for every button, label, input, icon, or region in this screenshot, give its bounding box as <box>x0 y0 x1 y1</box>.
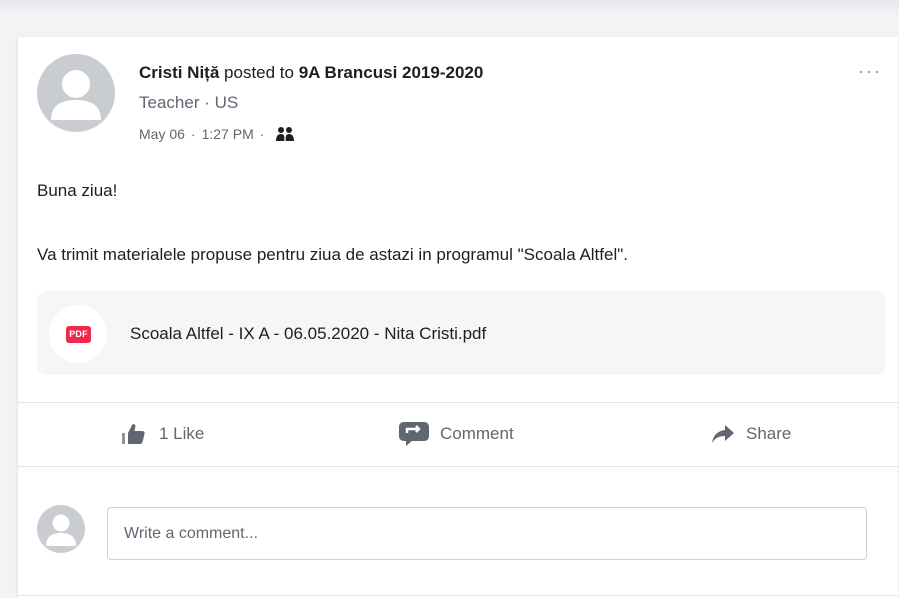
like-count-label: 1 Like <box>159 424 205 443</box>
pdf-icon-container: PDF <box>49 305 107 363</box>
attachment-filename[interactable]: Scoala Altfel - IX A - 06.05.2020 - Nita… <box>130 324 486 344</box>
posted-to-text: posted to <box>224 63 294 82</box>
card-bottom-border <box>18 595 898 596</box>
user-silhouette-icon <box>46 514 76 546</box>
author-avatar[interactable] <box>37 54 115 132</box>
thumbs-up-icon <box>122 424 145 444</box>
post-date[interactable]: May 06 <box>139 126 185 142</box>
post-greeting: Buna ziua! <box>37 181 118 200</box>
author-name[interactable]: Cristi Niță <box>139 63 219 82</box>
separator-dot: · <box>259 126 265 142</box>
group-members-icon[interactable] <box>274 126 296 142</box>
top-shadow <box>0 0 899 14</box>
actions-bottom-divider <box>18 466 898 467</box>
author-subtitle: Teacher · US <box>139 93 239 112</box>
comment-icon <box>399 422 429 446</box>
share-button[interactable]: Share <box>710 419 791 449</box>
like-button[interactable]: 1 Like <box>121 419 204 449</box>
commenter-avatar <box>37 505 85 553</box>
separator-dot: · <box>190 126 196 142</box>
group-name[interactable]: 9A Brancusi 2019-2020 <box>299 63 484 82</box>
share-arrow-icon <box>712 425 734 443</box>
comment-input[interactable]: Write a comment... <box>107 507 867 560</box>
post-card: Cristi Niță posted to 9A Brancusi 2019-2… <box>17 37 898 598</box>
user-silhouette-icon <box>51 70 101 120</box>
pdf-attachment[interactable]: PDF Scoala Altfel - IX A - 06.05.2020 - … <box>37 291 886 375</box>
post-options-button[interactable]: ··· <box>858 61 882 82</box>
share-label: Share <box>746 424 792 443</box>
post-timestamp: May 06 · 1:27 PM · <box>139 126 296 142</box>
comment-button[interactable]: Comment <box>398 419 514 449</box>
comment-placeholder: Write a comment... <box>124 524 258 542</box>
post-message: Va trimit materialele propuse pentru ziu… <box>37 245 628 264</box>
post-header-title: Cristi Niță posted to 9A Brancusi 2019-2… <box>139 63 483 83</box>
comment-label: Comment <box>440 424 514 443</box>
actions-top-divider <box>18 402 898 403</box>
pdf-icon: PDF <box>66 326 91 343</box>
post-time[interactable]: 1:27 PM <box>202 126 254 142</box>
